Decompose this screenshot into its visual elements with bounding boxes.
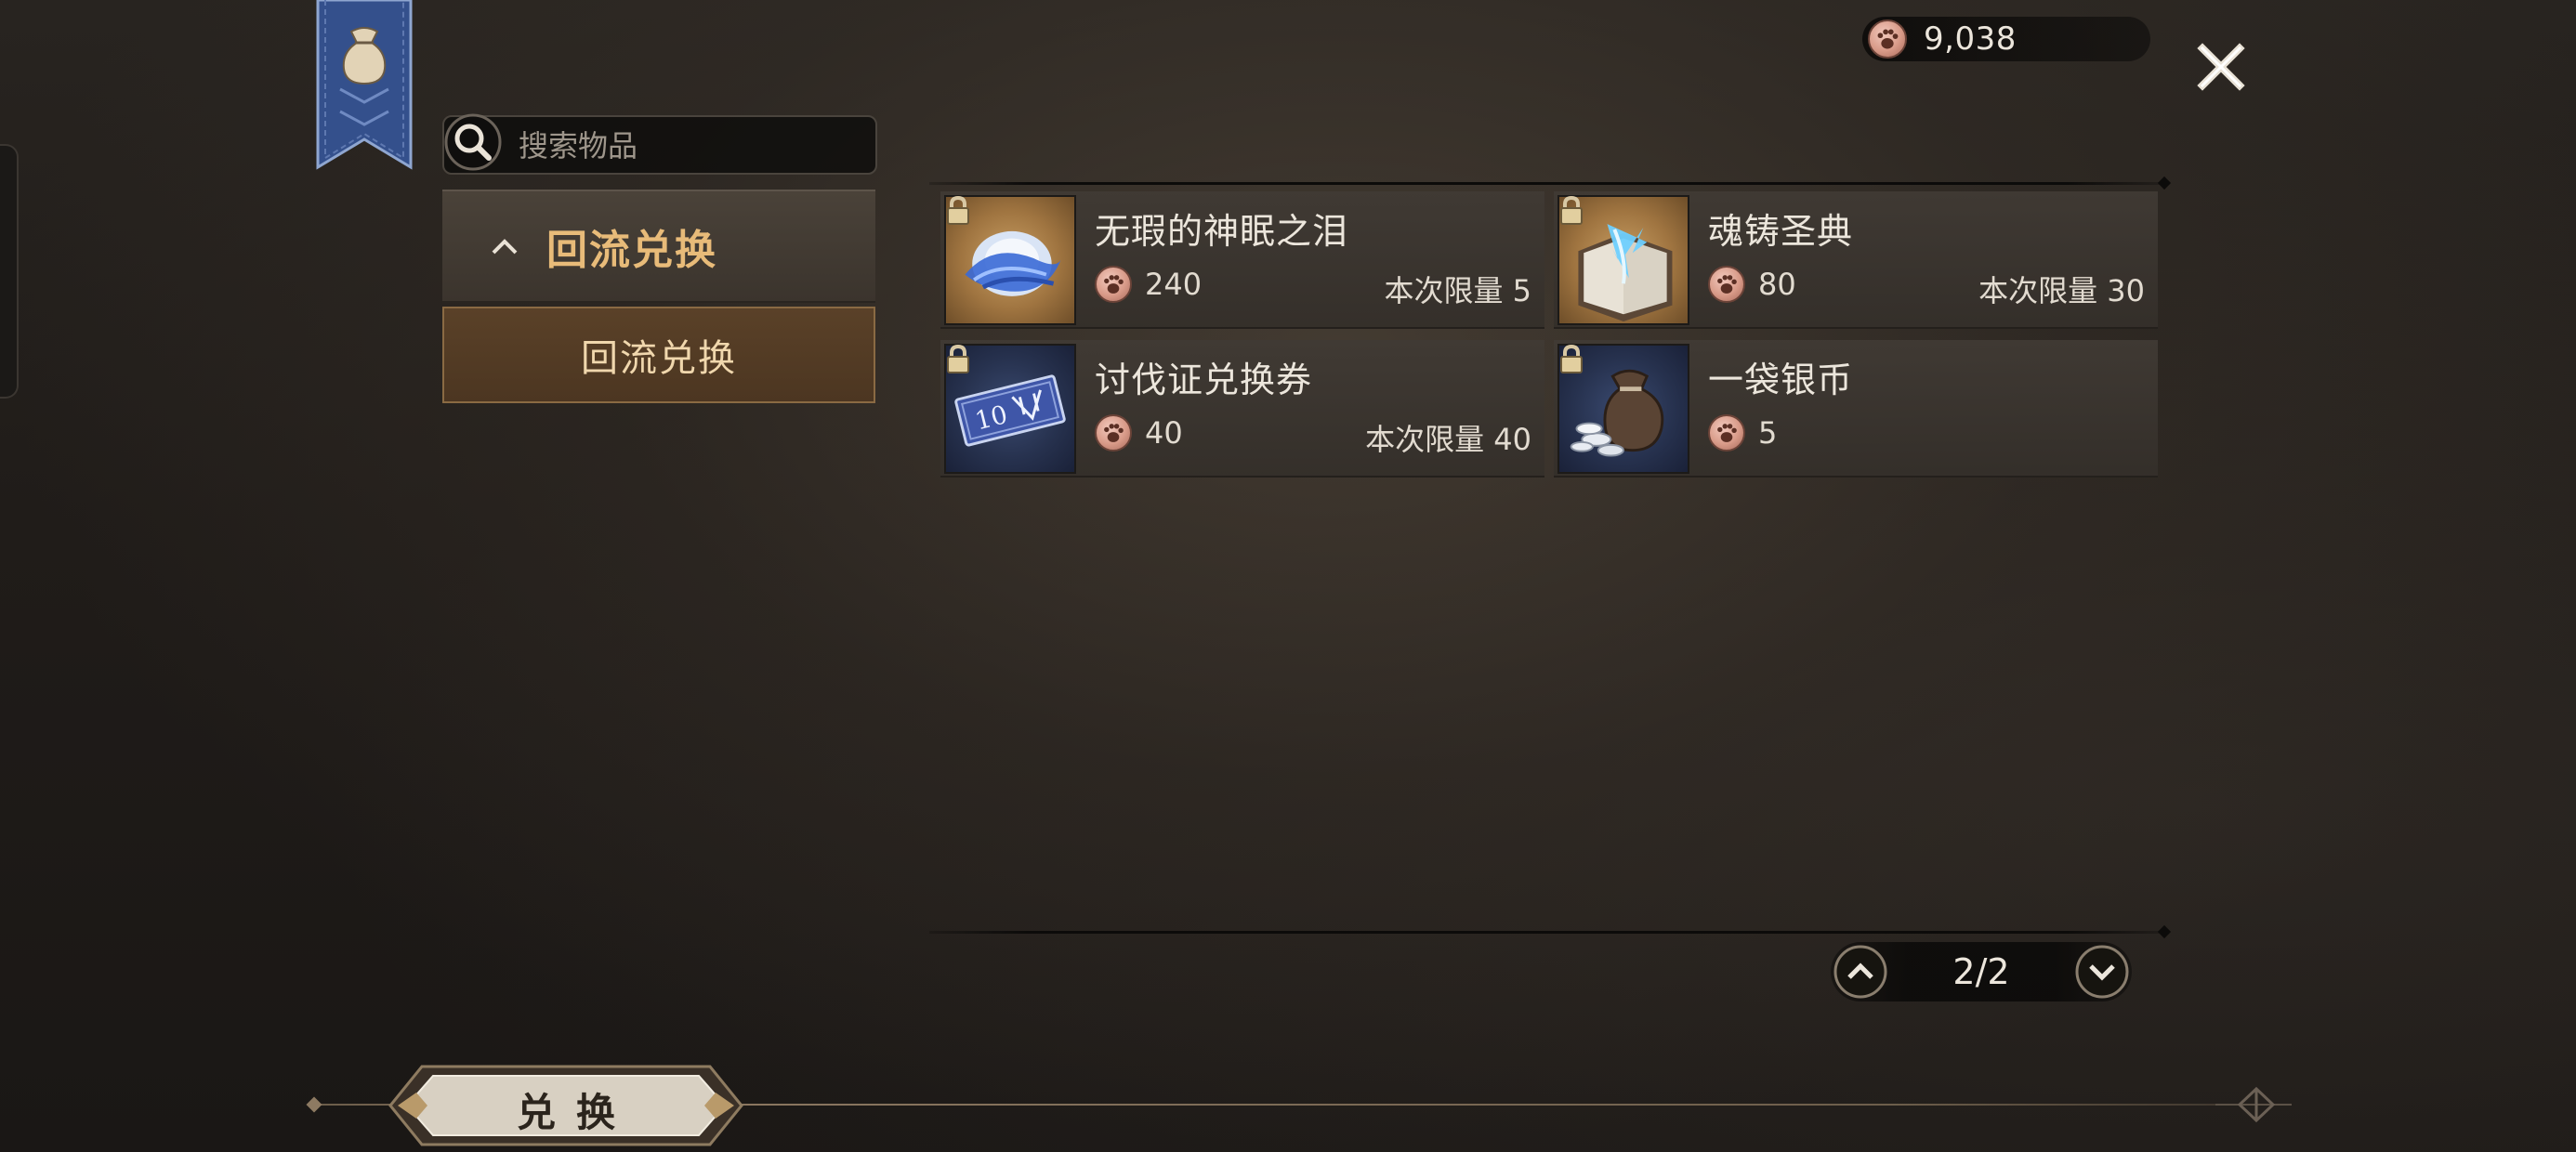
shop-banner	[312, 0, 416, 190]
category-header-label: 回流兑换	[546, 227, 717, 274]
currency-display: 9,038	[1862, 17, 2150, 61]
item-price: 240	[1095, 266, 1202, 303]
item-name: 讨伐证兑换券	[1095, 360, 1313, 400]
category-item-selected[interactable]: 回流兑换	[442, 307, 875, 403]
item-name: 无瑕的神眠之泪	[1095, 211, 1349, 252]
exchange-button-label: 兑换	[516, 1090, 636, 1135]
price-value: 240	[1145, 267, 1203, 302]
page-down-button[interactable]	[2074, 944, 2130, 1000]
list-top-divider	[929, 182, 2165, 185]
paw-coin-icon	[1868, 20, 1907, 59]
close-icon	[2197, 43, 2245, 91]
item-price: 80	[1708, 266, 1796, 303]
paw-coin-icon	[1095, 266, 1132, 303]
item-price: 40	[1095, 414, 1183, 452]
item-card[interactable]: 无瑕的神眠之泪 240 本次限量 5	[940, 191, 1544, 329]
category-item-label: 回流兑换	[581, 337, 737, 380]
item-price: 5	[1708, 414, 1777, 452]
paw-coin-icon	[1708, 414, 1745, 452]
category-header[interactable]: 回流兑换	[442, 190, 875, 303]
search-input[interactable]	[517, 124, 864, 167]
purchase-limit: 本次限量 40	[1365, 422, 1531, 457]
search-bar	[442, 115, 877, 175]
lock-icon	[947, 344, 969, 373]
chevron-down-icon	[2075, 945, 2129, 999]
price-value: 40	[1145, 415, 1183, 451]
item-card[interactable]: 10 讨伐证兑换券 40 本次限量 40	[940, 340, 1544, 478]
pagination: 2/2	[1831, 942, 2132, 1001]
paw-coin-icon	[1708, 266, 1745, 303]
lock-icon	[1560, 344, 1583, 373]
list-bottom-divider	[929, 931, 2165, 934]
item-name: 一袋银币	[1708, 360, 1854, 400]
bottom-divider-end	[306, 1096, 322, 1113]
chevron-up-icon	[492, 239, 518, 255]
search-icon[interactable]	[444, 113, 502, 171]
close-button[interactable]	[2193, 39, 2249, 95]
lock-icon	[947, 195, 969, 225]
price-value: 80	[1758, 267, 1796, 302]
item-card[interactable]: 魂铸圣典 80 本次限量 30	[1554, 191, 2158, 329]
item-card[interactable]: 一袋银币 5	[1554, 340, 2158, 478]
purchase-limit: 本次限量 5	[1384, 273, 1531, 308]
item-name: 魂铸圣典	[1708, 211, 1854, 252]
exchange-button[interactable]: 兑换	[385, 1061, 747, 1150]
price-value: 5	[1758, 415, 1778, 451]
paw-coin-icon	[1095, 414, 1132, 452]
side-drawer-handle[interactable]	[0, 144, 19, 399]
ornament-icon	[2212, 1080, 2295, 1130]
currency-amount: 9,038	[1924, 20, 2017, 58]
lock-icon	[1560, 195, 1583, 225]
purchase-limit: 本次限量 30	[1978, 273, 2145, 308]
